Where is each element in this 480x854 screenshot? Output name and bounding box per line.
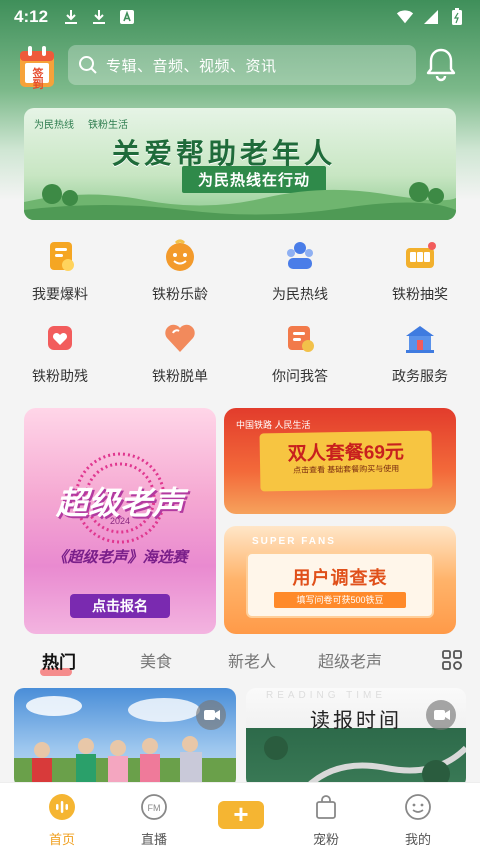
grid-item-qa[interactable]: 你问我答 <box>240 320 360 390</box>
people-icon <box>287 242 313 269</box>
top-header: 签到 专辑、音频、视频、资讯 <box>0 40 480 96</box>
heart-hand-icon <box>48 326 72 350</box>
feed-bg-text: READING TIME <box>266 690 387 701</box>
nav-home[interactable]: 首页 <box>22 793 102 848</box>
nav-label: 首页 <box>48 832 75 847</box>
lottery-icon <box>406 242 436 268</box>
nav-label: 直播 <box>140 832 167 847</box>
system-icons <box>396 8 466 26</box>
building-icon <box>406 326 434 353</box>
battery-icon <box>452 8 462 25</box>
nav-live[interactable]: FM 直播 <box>114 793 194 848</box>
status-time: 4:12 <box>14 7 49 26</box>
promo-survey[interactable]: SUPER FANS 用户调查表 填写问卷可获500铁豆 <box>224 526 456 634</box>
grid-label: 铁粉助残 <box>32 368 88 384</box>
smiley-icon <box>166 239 194 271</box>
category-tabs: 热门 美食 新老人 超级老声 <box>0 646 480 676</box>
download-icon <box>93 10 106 24</box>
profile-icon <box>405 794 431 820</box>
search-placeholder: 专辑、音频、视频、资讯 <box>106 57 277 75</box>
grid-label: 政务服务 <box>392 368 448 384</box>
font-a-icon <box>120 10 135 24</box>
report-icon <box>50 242 74 271</box>
nav-label: 我的 <box>404 832 431 847</box>
tab-new-elderly[interactable]: 新老人 <box>228 648 276 672</box>
plus-icon[interactable]: + <box>218 801 264 829</box>
grid-item-elderly[interactable]: 铁粉乐龄 <box>120 238 240 308</box>
promo-title: 用户调查表 <box>292 568 388 588</box>
banner-logo-right: 铁粉生活 <box>88 120 128 131</box>
feed-card-video[interactable] <box>14 688 236 788</box>
grid-label: 铁粉脱单 <box>152 368 208 384</box>
sign-in-label: 签到 <box>32 68 44 91</box>
promo-meal-deal[interactable]: 中国铁路 人民生活 双人套餐69元 点击查看 基础套餐购买与使用 <box>224 408 456 514</box>
bottom-navigation: 首页 FM 直播 + 宠粉 我的 <box>0 782 480 854</box>
video-play-icon <box>196 700 226 730</box>
grid-label: 为民热线 <box>272 286 328 302</box>
feed-card-reading[interactable]: READING TIME 读报时间 <box>246 688 466 788</box>
grid-item-disability[interactable]: 铁粉助残 <box>0 320 120 390</box>
category-grid-icon[interactable] <box>440 648 464 672</box>
promo-year: 2024 <box>109 516 131 526</box>
banner-logo-left: 为民热线 <box>34 120 74 131</box>
tab-food[interactable]: 美食 <box>140 648 172 672</box>
promo-logo: 中国铁路 人民生活 <box>236 420 311 430</box>
bag-icon <box>316 795 336 819</box>
grid-label: 你问我答 <box>272 368 328 384</box>
fm-icon: FM <box>141 794 167 820</box>
feed-road-image <box>264 736 466 788</box>
notification-icons <box>62 8 136 26</box>
nav-label: 宠粉 <box>312 832 339 847</box>
promo-small-text: 点击查看 基础套餐购买与使用 <box>292 464 400 475</box>
bell-icon[interactable] <box>424 46 458 82</box>
status-bar: 4:12 <box>0 0 480 34</box>
banner-logos: 为民热线 铁粉生活 <box>34 116 128 131</box>
survey-card: 用户调查表 填写问卷可获500铁豆 <box>246 552 434 618</box>
sign-in-calendar-icon[interactable]: 签到 <box>16 43 60 91</box>
nav-profile[interactable]: 我的 <box>378 793 458 848</box>
banner-illustration <box>24 182 456 220</box>
wifi-icon <box>396 10 414 24</box>
grid-label: 铁粉乐龄 <box>152 286 208 302</box>
promo-subtitle: 填写问卷可获500铁豆 <box>274 592 406 608</box>
heart-icon <box>165 324 195 352</box>
tab-hot[interactable]: 热门 <box>42 648 76 673</box>
home-sound-icon <box>49 794 75 820</box>
grid-item-government[interactable]: 政务服务 <box>360 320 480 390</box>
grid-item-report[interactable]: 我要爆料 <box>0 238 120 308</box>
signup-button[interactable]: 点击报名 <box>70 594 170 618</box>
signal-icon <box>424 10 438 24</box>
grid-item-dating[interactable]: 铁粉脱单 <box>120 320 240 390</box>
search-input[interactable]: 专辑、音频、视频、资讯 <box>68 45 416 85</box>
tab-super-voice[interactable]: 超级老声 <box>318 648 382 672</box>
svg-text:FM: FM <box>148 803 161 813</box>
promo-super-voice[interactable]: 超级老声 2024 《超级老声》海选赛 点击报名 <box>24 408 216 634</box>
grid-label: 我要爆料 <box>32 286 88 302</box>
qa-icon <box>288 326 314 352</box>
grid-item-hotline[interactable]: 为民热线 <box>240 238 360 308</box>
video-play-icon <box>426 700 456 730</box>
grid-label: 铁粉抽奖 <box>392 286 448 302</box>
promo-subtitle: 《超级老声》海选赛 <box>52 549 188 566</box>
grid-item-lottery[interactable]: 铁粉抽奖 <box>360 238 480 308</box>
promo-card: 双人套餐69元 点击查看 基础套餐购买与使用 <box>259 430 433 492</box>
search-icon <box>79 56 97 74</box>
promo-top-text: SUPER FANS <box>252 536 336 547</box>
hero-banner[interactable]: 为民热线 铁粉生活 关爱帮助老年人 为民热线在行动 <box>24 108 456 220</box>
download-icon <box>65 10 78 24</box>
nav-fans[interactable]: 宠粉 <box>286 793 366 848</box>
